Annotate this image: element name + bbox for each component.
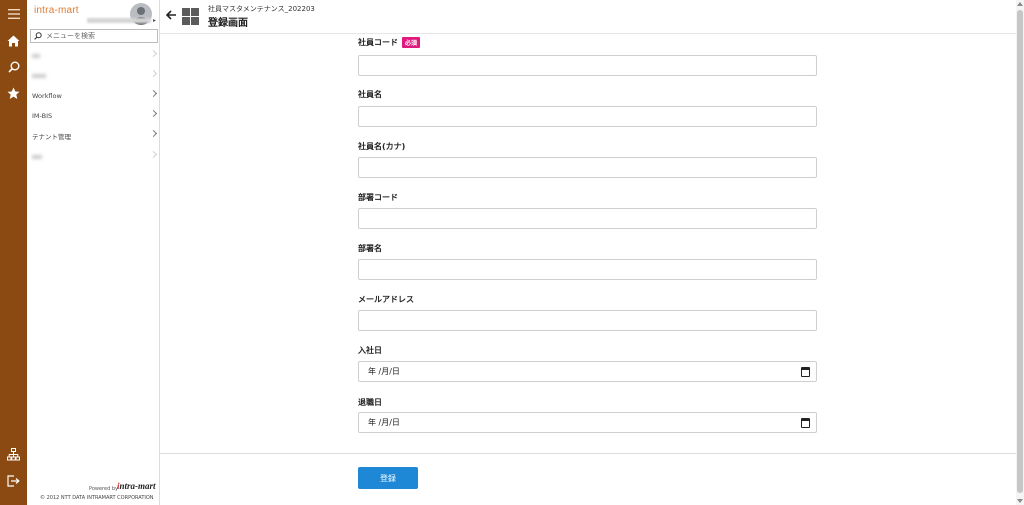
icon-rail bbox=[0, 0, 27, 505]
scroll-up-arrow-icon[interactable] bbox=[1017, 2, 1023, 6]
menu-item-label: テナント管理 bbox=[32, 133, 71, 141]
department-code-label: 部署コード bbox=[358, 193, 398, 202]
employee-name-kana-label: 社員名(カナ) bbox=[358, 142, 406, 151]
department-name-input[interactable] bbox=[358, 259, 817, 280]
menu-item-1[interactable] bbox=[27, 49, 160, 63]
copyright-text: © 2012 NTT DATA INTRAMART CORPORATION bbox=[40, 495, 154, 501]
apps-grid-icon[interactable] bbox=[182, 8, 199, 25]
menu-item-label: Workflow bbox=[32, 92, 62, 100]
employee-code-input[interactable] bbox=[358, 55, 817, 76]
required-badge: 必須 bbox=[402, 37, 421, 48]
menu-item-tenant-admin[interactable]: テナント管理 bbox=[27, 129, 160, 143]
chevron-right-icon bbox=[149, 129, 158, 138]
menu-item-label: IM-BIS bbox=[32, 112, 53, 120]
chevron-right-icon bbox=[149, 150, 158, 159]
email-label: メールアドレス bbox=[358, 295, 414, 304]
vertical-scrollbar[interactable] bbox=[1016, 0, 1024, 505]
menu-search-placeholder: メニューを検索 bbox=[46, 32, 95, 40]
hire-date-placeholder: 年 /月/日 bbox=[368, 367, 400, 376]
search-icon[interactable] bbox=[0, 56, 27, 78]
header-divider bbox=[160, 33, 1016, 34]
chevron-right-icon bbox=[149, 109, 158, 118]
employee-name-label: 社員名 bbox=[358, 90, 382, 99]
side-menu: intra-mart ▸ メニューを検索 Workflow IM-BIS テナン… bbox=[27, 0, 160, 505]
logout-icon[interactable] bbox=[0, 470, 27, 492]
menu-search-icon bbox=[34, 32, 42, 40]
hire-date-label: 入社日 bbox=[358, 346, 382, 355]
powered-by-text: Powered by bbox=[89, 486, 118, 492]
home-icon[interactable] bbox=[0, 30, 27, 52]
scroll-down-arrow-icon[interactable] bbox=[1017, 499, 1023, 503]
page-title: 登録画面 bbox=[208, 18, 248, 29]
hamburger-icon[interactable] bbox=[0, 3, 27, 25]
scrollbar-thumb[interactable] bbox=[1017, 10, 1023, 493]
hire-date-input[interactable]: 年 /月/日 bbox=[358, 361, 817, 382]
menu-item-1-label bbox=[32, 54, 40, 58]
user-name-blurred bbox=[87, 18, 151, 23]
retire-date-label: 退職日 bbox=[358, 398, 382, 407]
chevron-right-icon bbox=[149, 69, 158, 78]
intra-mart-logo: intra-mart bbox=[117, 481, 156, 491]
employee-name-input[interactable] bbox=[358, 106, 817, 127]
department-code-input[interactable] bbox=[358, 208, 817, 229]
email-input[interactable] bbox=[358, 310, 817, 331]
retire-date-input[interactable]: 年 /月/日 bbox=[358, 412, 817, 433]
employee-code-label: 社員コード 必須 bbox=[358, 37, 421, 48]
user-menu-caret-icon[interactable]: ▸ bbox=[153, 17, 156, 24]
chevron-right-icon bbox=[149, 89, 158, 98]
menu-item-2-label bbox=[32, 74, 46, 78]
star-icon[interactable] bbox=[0, 82, 27, 104]
chevron-right-icon bbox=[149, 49, 158, 58]
menu-item-6[interactable] bbox=[27, 150, 160, 164]
menu-item-2[interactable] bbox=[27, 69, 160, 83]
retire-date-placeholder: 年 /月/日 bbox=[368, 418, 400, 427]
menu-item-workflow[interactable]: Workflow bbox=[27, 89, 160, 103]
form-divider bbox=[160, 453, 1016, 454]
employee-code-label-text: 社員コード bbox=[358, 38, 398, 47]
register-button[interactable]: 登録 bbox=[358, 467, 418, 489]
back-arrow-icon[interactable] bbox=[165, 8, 177, 22]
calendar-icon[interactable] bbox=[801, 418, 810, 428]
menu-search-input[interactable]: メニューを検索 bbox=[30, 29, 158, 43]
department-name-label: 部署名 bbox=[358, 244, 382, 253]
employee-name-kana-input[interactable] bbox=[358, 157, 817, 178]
menu-item-6-label bbox=[32, 155, 42, 159]
sitemap-icon[interactable] bbox=[0, 443, 27, 465]
brand-name: intra-mart bbox=[34, 5, 79, 16]
page-subtitle: 社員マスタメンテナンス_202203 bbox=[208, 5, 315, 13]
calendar-icon[interactable] bbox=[801, 367, 810, 377]
menu-item-im-bis[interactable]: IM-BIS bbox=[27, 109, 160, 123]
